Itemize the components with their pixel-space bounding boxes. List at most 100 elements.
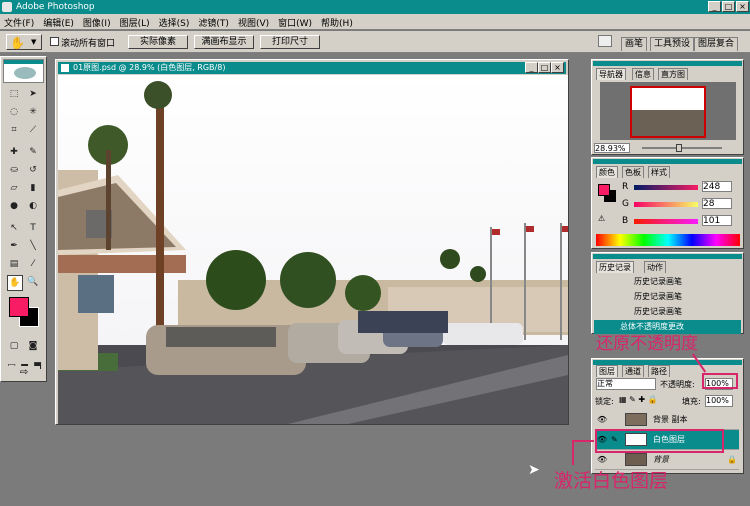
annotation-arrow-bottom-h	[572, 440, 594, 442]
standard-mode-icon[interactable]: ▢	[7, 339, 21, 353]
zoom-slider[interactable]	[642, 147, 722, 149]
lock-label: 锁定:	[595, 397, 614, 406]
history-panel: 历史记录 动作 历史记录画笔 历史记录画笔 历史记录画笔 总体不透明度更改	[591, 252, 744, 334]
maximize-button[interactable]: □	[722, 1, 735, 12]
tab-info[interactable]: 信息	[632, 68, 654, 80]
photo-canvas[interactable]	[58, 75, 568, 424]
color-panel: 颜色 色板 样式 R 248 G 28 ⚠ B 101	[591, 157, 744, 249]
color-ramp[interactable]	[596, 234, 740, 246]
menu-image[interactable]: 图像(I)	[79, 14, 116, 29]
actual-pixels-button[interactable]: 实际像素	[128, 35, 188, 49]
menu-view[interactable]: 视图(V)	[234, 14, 274, 29]
tab-actions[interactable]: 动作	[644, 261, 666, 273]
channel-b-slider[interactable]	[634, 219, 698, 224]
zoom-value-field[interactable]: 28.93%	[594, 143, 630, 153]
file-browser-icon[interactable]	[598, 35, 612, 47]
annotation-box-opacity	[702, 373, 738, 389]
doc-minimize-button[interactable]: _	[525, 62, 538, 73]
move-tool-icon[interactable]: ➤	[26, 87, 40, 101]
tab-history[interactable]: 历史记录	[596, 261, 634, 273]
eraser-tool-icon[interactable]: ▱	[7, 181, 21, 195]
layer-row[interactable]: 👁 背景 副本	[595, 410, 739, 430]
fit-screen-button[interactable]: 满画布显示	[194, 35, 254, 49]
tool-preset-picker[interactable]: ✋ ▼	[6, 34, 42, 50]
minimize-button[interactable]: _	[708, 1, 721, 12]
doc-close-button[interactable]: ×	[551, 62, 564, 73]
gamut-warning-icon[interactable]: ⚠	[598, 214, 605, 223]
close-button[interactable]: ×	[736, 1, 749, 12]
notes-tool-icon[interactable]: ▤	[7, 257, 21, 271]
line-tool-icon[interactable]: ╲	[26, 239, 40, 253]
lock-icons[interactable]: ▦ ✎ ✚ 🔒	[619, 395, 658, 404]
magic-wand-icon[interactable]: ✳	[26, 105, 40, 119]
fill-field[interactable]: 100%	[705, 395, 733, 407]
eyedropper-icon[interactable]: ⁄	[26, 257, 40, 271]
tab-layer-comps[interactable]: 图层复合	[694, 37, 739, 51]
navigator-view-box[interactable]	[630, 86, 706, 138]
dodge-tool-icon[interactable]: ◐	[26, 199, 40, 213]
tab-histogram[interactable]: 直方图	[658, 68, 688, 80]
channel-g-value[interactable]: 28	[702, 198, 732, 209]
document-title: 01原图.psd @ 28.9% (白色图层, RGB/8)	[73, 63, 226, 72]
tab-channels[interactable]: 通道	[622, 365, 644, 377]
type-tool-icon[interactable]: T	[26, 221, 40, 235]
quickmask-mode-icon[interactable]: ◙	[26, 339, 40, 353]
brush-tool-icon[interactable]: ✎	[26, 145, 40, 159]
annotation-arrow-bottom	[572, 440, 574, 465]
zoom-tool-icon[interactable]: 🔍	[26, 275, 40, 289]
navigator-panel: 导航器 信息 直方图 28.93%	[591, 59, 744, 155]
hand-tool-icon[interactable]: ✋	[7, 275, 23, 291]
doc-maximize-button[interactable]: □	[538, 62, 551, 73]
jump-to-imageready-icon[interactable]: ⇨	[8, 366, 40, 380]
pen-tool-icon[interactable]: ✒	[7, 239, 21, 253]
channel-b-value[interactable]: 101	[702, 215, 732, 226]
toolbox-header	[3, 59, 44, 83]
menu-select[interactable]: 选择(S)	[155, 14, 195, 29]
history-brush-icon[interactable]: ↺	[26, 163, 40, 177]
color-fg-swatch[interactable]	[598, 184, 610, 196]
tab-styles[interactable]: 样式	[648, 166, 670, 178]
tab-swatches[interactable]: 色板	[622, 166, 644, 178]
slice-tool-icon[interactable]: ⟋	[26, 123, 40, 137]
history-item[interactable]: 历史记录画笔	[594, 275, 741, 289]
layer-row[interactable]: 👁 背景 🔒	[595, 450, 739, 470]
marquee-tool-icon[interactable]: ⬚	[7, 87, 21, 101]
adobe-feather-icon	[14, 67, 36, 79]
tab-color[interactable]: 颜色	[596, 166, 618, 178]
gradient-tool-icon[interactable]: ▮	[26, 181, 40, 195]
menu-file[interactable]: 文件(F)	[0, 14, 39, 29]
channel-g-label: G	[622, 199, 629, 209]
menu-layer[interactable]: 图层(L)	[116, 14, 155, 29]
history-item[interactable]: 历史记录画笔	[594, 305, 741, 319]
tab-paths[interactable]: 路径	[648, 365, 670, 377]
navigator-thumbnail	[632, 110, 704, 136]
blend-mode-select[interactable]: 正常	[596, 378, 656, 390]
eye-icon[interactable]: 👁	[597, 410, 607, 429]
color-title-strip	[593, 159, 742, 164]
blur-tool-icon[interactable]: ●	[7, 199, 21, 213]
menu-help[interactable]: 帮助(H)	[317, 14, 358, 29]
scroll-all-windows-checkbox[interactable]	[50, 37, 59, 46]
tab-tool-presets[interactable]: 工具预设	[650, 37, 695, 51]
path-select-icon[interactable]: ↖	[7, 221, 21, 235]
toolbox: ⬚ ➤ ◌ ✳ ⌗ ⟋ ✚ ✎ ⛀ ↺ ▱ ▮ ● ◐ ↖ T ✒ ╲ ▤ ⁄ …	[0, 56, 47, 382]
print-size-button[interactable]: 打印尺寸	[260, 35, 320, 49]
history-item[interactable]: 历史记录画笔	[594, 290, 741, 304]
zoom-slider-handle[interactable]	[676, 144, 682, 152]
history-item-active[interactable]: 总体不透明度更改	[594, 320, 741, 334]
clone-stamp-icon[interactable]: ⛀	[7, 163, 21, 177]
tab-navigator[interactable]: 导航器	[596, 68, 626, 80]
menu-filter[interactable]: 滤镜(T)	[194, 14, 234, 29]
tab-brushes[interactable]: 画笔	[621, 37, 648, 51]
healing-brush-icon[interactable]: ✚	[7, 145, 21, 159]
menu-edit[interactable]: 编辑(E)	[39, 14, 79, 29]
channel-g-slider[interactable]	[634, 202, 698, 207]
channel-r-value[interactable]: 248	[702, 181, 732, 192]
channel-r-slider[interactable]	[634, 185, 698, 190]
crop-tool-icon[interactable]: ⌗	[7, 123, 21, 137]
tab-layers[interactable]: 图层	[596, 365, 618, 377]
menu-window[interactable]: 窗口(W)	[274, 14, 317, 29]
mouse-cursor-icon: ➤	[528, 462, 540, 478]
foreground-color-swatch[interactable]	[9, 297, 29, 317]
lasso-tool-icon[interactable]: ◌	[7, 105, 21, 119]
